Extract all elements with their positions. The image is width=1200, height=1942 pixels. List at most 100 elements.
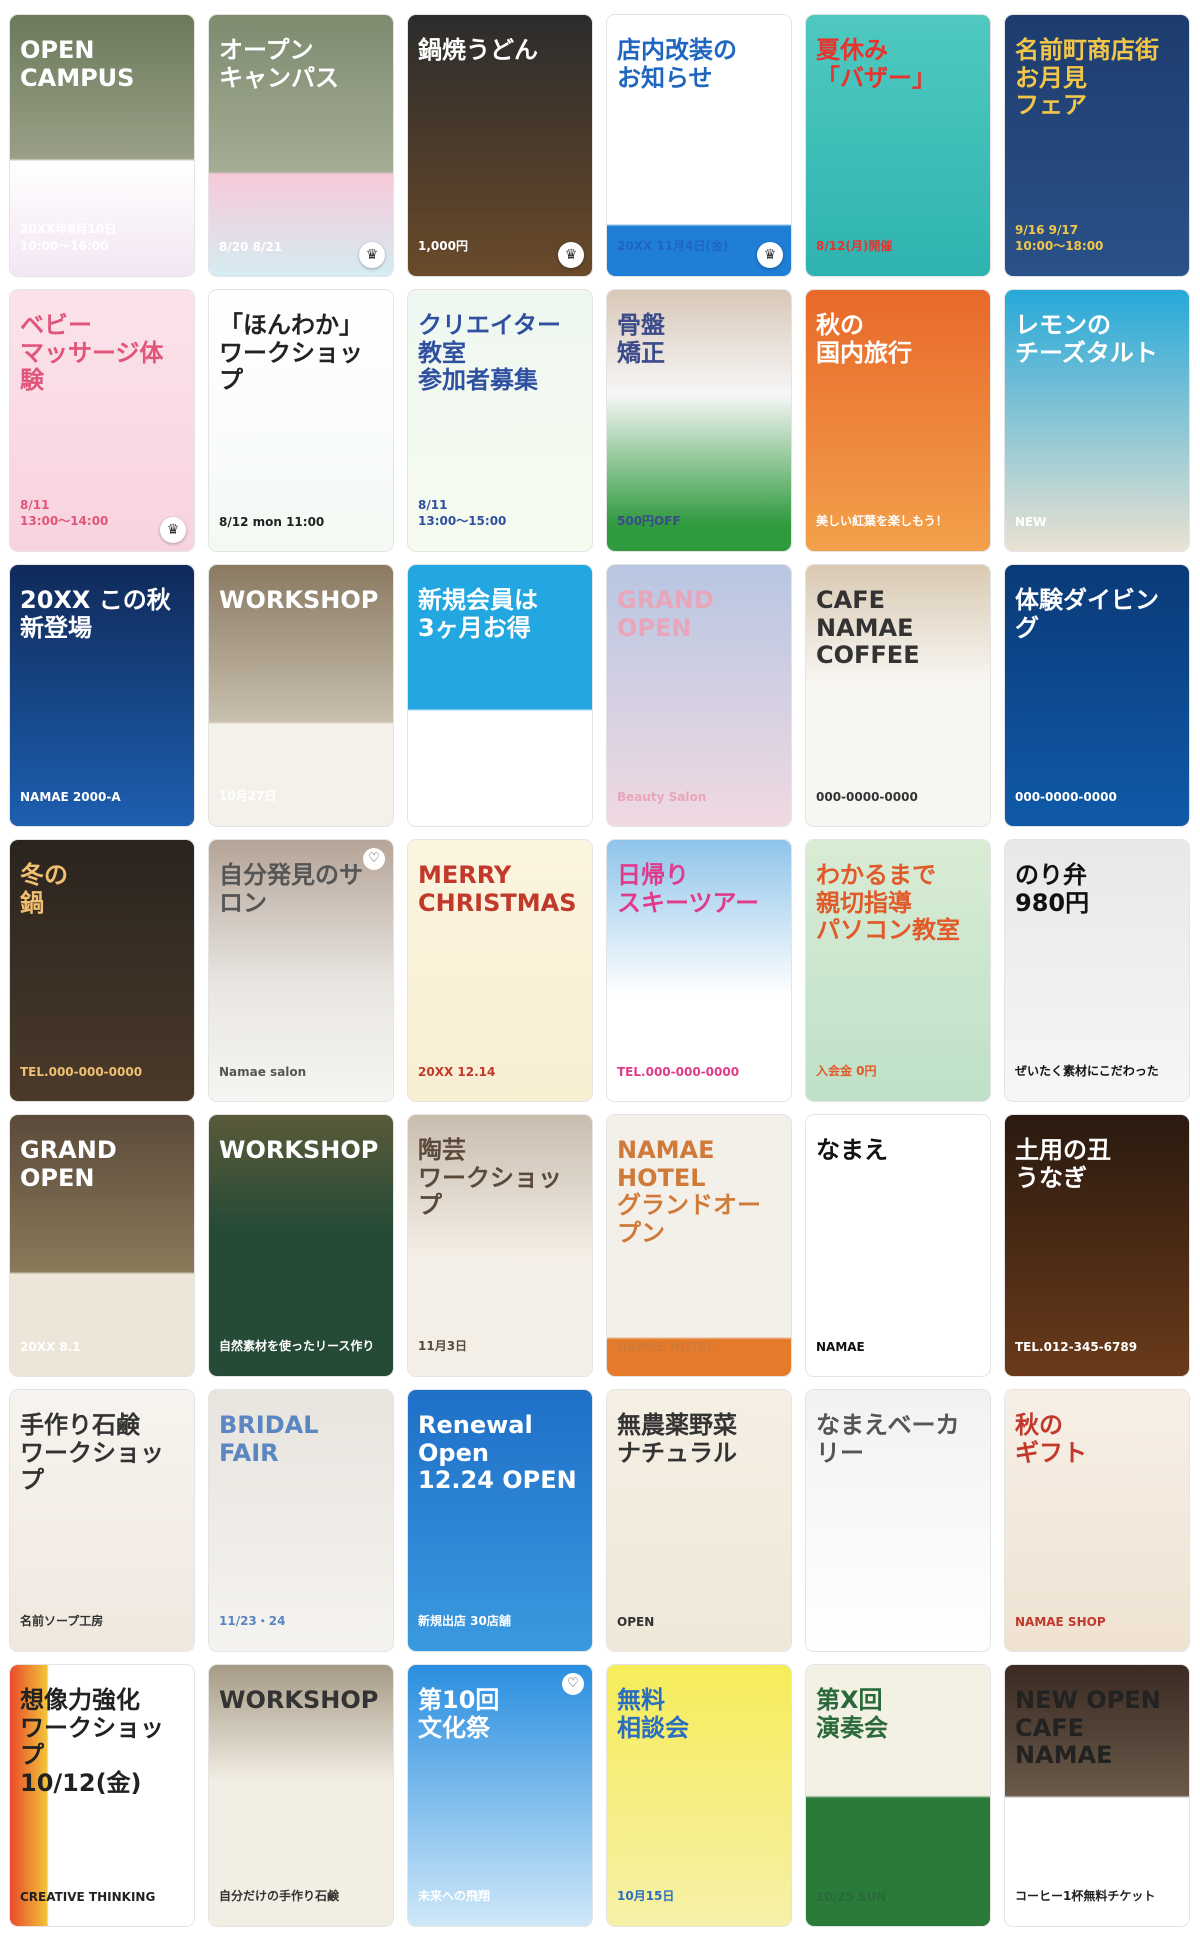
template-subtitle: ぜいたく素材にこだわった [1015,1064,1159,1078]
template-subtitle: 自然素材を使ったリース作り [219,1339,375,1353]
template-card[interactable]: ベビー マッサージ体験 8/11 13:00〜14:00 ♛ [10,290,194,551]
template-card[interactable]: 秋の 国内旅行美しい紅葉を楽しもう！ [806,290,990,551]
template-card[interactable]: なまえ NAMAE [806,1115,990,1376]
template-title: 第X回 演奏会 [816,1686,888,1742]
template-title: 秋の 国内旅行 [816,311,912,367]
template-subtitle: NAMAE 2000-A [20,790,121,804]
template-card[interactable]: 想像力強化 ワークショップ 10/12(金) CREATIVE THINKING [10,1665,194,1926]
template-card[interactable]: 店内改装の お知らせ 20XX 11月4日(金) ♛ [607,15,791,276]
template-title: WORKSHOP [219,1686,379,1714]
template-subtitle: 名前ソープ工房 [20,1614,104,1628]
template-subtitle: 000-0000-0000 [816,790,918,804]
template-card[interactable]: 第10回 文化祭未来への飛翔 ♡ [408,1665,592,1926]
template-title: WORKSHOP [219,1136,379,1164]
template-title: 第10回 文化祭 [418,1686,500,1742]
heart-icon[interactable]: ♡ [363,848,385,870]
template-title: オープン キャンパス [219,36,339,92]
template-subtitle: Beauty Salon [617,790,707,804]
template-subtitle: 10月15日 [617,1889,675,1903]
template-title: BRIDAL FAIR [219,1411,319,1467]
template-title: のり弁 980円 [1015,861,1090,917]
template-subtitle: 10月27日 [219,789,277,803]
template-card[interactable]: GRAND OPEN Beauty Salon [607,565,791,826]
template-subtitle: 入会金 0円 [816,1064,877,1078]
template-card[interactable]: 第X回 演奏会 10/25 SUN [806,1665,990,1926]
template-subtitle: 000-0000-0000 [1015,790,1117,804]
template-card[interactable]: クリエイター教室 参加者募集 8/11 13:00〜15:00 [408,290,592,551]
template-title: クリエイター教室 参加者募集 [418,311,562,395]
template-title: Renewal Open 12.24 OPEN [418,1411,577,1495]
template-card[interactable]: 無農薬野菜 ナチュラル OPEN [607,1390,791,1651]
template-subtitle: 8/11 13:00〜15:00 [418,498,507,528]
template-subtitle: NAMAE [816,1340,865,1354]
template-card[interactable]: 新規会員は 3ヶ月お得 ¥2,980 [408,565,592,826]
template-subtitle: ¥2,980 [418,790,465,804]
template-subtitle: NAMAE HOTEL [617,1340,715,1354]
template-card[interactable]: CAFE NAMAE COFFEE 000-0000-0000 [806,565,990,826]
template-card[interactable]: のり弁 980円ぜいたく素材にこだわった [1005,840,1189,1101]
template-card[interactable]: 陶芸 ワークショップ 11月3日 [408,1115,592,1376]
template-grid: OPEN CAMPUS 20XX年8月10日 10:00〜16:00 オープン キャ… [10,15,1189,1926]
template-card[interactable]: 鍋焼うどん 1,000円 ♛ [408,15,592,276]
template-card[interactable]: NAMAE HOTEL グランドオープン NAMAE HOTEL [607,1115,791,1376]
template-title: MERRY CHRISTMAS [418,861,577,917]
template-card[interactable]: NEW OPEN CAFE NAMAE コーヒー1杯無料チケット [1005,1665,1189,1926]
template-title: 20XX この秋 新登場 [20,586,171,642]
template-subtitle: CREATIVE THINKING [20,1890,156,1904]
template-title: 想像力強化 ワークショップ 10/12(金) [20,1686,164,1797]
template-subtitle: 美しい紅葉を楽しもう！ [816,514,948,528]
template-card[interactable]: 骨盤 矯正 500円OFF [607,290,791,551]
template-title: 骨盤 矯正 [617,311,665,367]
template-card[interactable]: GRAND OPEN 20XX 8.1 [10,1115,194,1376]
template-card[interactable]: 冬の 鍋 TEL.000-000-0000 [10,840,194,1101]
template-card[interactable]: WORKSHOP 自然素材を使ったリース作り [209,1115,393,1376]
template-card[interactable]: BRIDAL FAIR 11/23・24 [209,1390,393,1651]
template-subtitle: 自分だけの手作り石鹸 [219,1889,340,1903]
template-title: GRAND OPEN [20,1136,117,1192]
template-subtitle: 8/12(月)開催 [816,239,893,253]
template-subtitle: 新規出店 30店舗 [418,1614,511,1628]
template-title: 体験ダイビング [1015,586,1159,642]
template-subtitle: 未来への飛翔 [418,1889,491,1903]
template-card[interactable]: なまえベーカリー [806,1390,990,1651]
template-subtitle: 9/16 9/17 10:00〜18:00 [1015,223,1104,253]
template-subtitle: 8/11 13:00〜14:00 [20,498,109,528]
template-card[interactable]: 手作り石鹸 ワークショップ 名前ソープ工房 [10,1390,194,1651]
template-title: NAMAE HOTEL グランドオープン [617,1136,761,1247]
template-title: NEW OPEN CAFE NAMAE [1015,1686,1161,1770]
template-title: 日帰り スキーツアー [617,861,760,917]
template-card[interactable]: 20XX この秋 新登場 NAMAE 2000-A [10,565,194,826]
template-title: 自分発見のサロン [219,861,363,917]
template-subtitle: NEW [1015,515,1047,529]
template-card[interactable]: 秋の ギフト NAMAE SHOP [1005,1390,1189,1651]
template-card[interactable]: 夏休み 「バザー」 8/12(月)開催 [806,15,990,276]
crown-icon: ♛ [558,242,584,268]
template-title: 秋の ギフト [1015,1411,1087,1467]
template-card[interactable]: WORKSHOP 10月27日 [209,565,393,826]
template-subtitle: TEL.000-000-0000 [20,1065,143,1079]
template-card[interactable]: 体験ダイビング 000-0000-0000 [1005,565,1189,826]
template-card[interactable]: Renewal Open 12.24 OPEN 新規出店 30店舗 [408,1390,592,1651]
template-card[interactable]: OPEN CAMPUS 20XX年8月10日 10:00〜16:00 [10,15,194,276]
template-card[interactable]: 無料 相談会 10月15日 [607,1665,791,1926]
template-card[interactable]: レモンの チーズタルト NEW [1005,290,1189,551]
template-title: 冬の 鍋 [20,861,68,917]
heart-icon[interactable]: ♡ [562,1673,584,1695]
template-card[interactable]: 土用の丑 うなぎ TEL.012-345-6789 [1005,1115,1189,1376]
template-subtitle: コーヒー1杯無料チケット [1015,1889,1156,1903]
crown-icon: ♛ [359,242,385,268]
template-card[interactable]: オープン キャンパス 8/20 8/21 ♛ [209,15,393,276]
template-subtitle: Namae salon [219,1065,307,1079]
template-card[interactable]: MERRY CHRISTMAS 20XX 12.14 [408,840,592,1101]
template-card[interactable]: わかるまで 親切指導 パソコン教室 入会金 0円 [806,840,990,1101]
template-card[interactable]: 「ほんわか」 ワークショップ 8/12 mon 11:00 [209,290,393,551]
template-subtitle: 11/23・24 [219,1614,286,1628]
template-card[interactable]: 自分発見のサロン Namae salon ♡ [209,840,393,1101]
template-subtitle: TEL.000-000-0000 [617,1065,740,1079]
template-title: 無農薬野菜 ナチュラル [617,1411,737,1467]
template-card[interactable]: WORKSHOP 自分だけの手作り石鹸 [209,1665,393,1926]
template-title: WORKSHOP [219,586,379,614]
template-card[interactable]: 日帰り スキーツアー TEL.000-000-0000 [607,840,791,1101]
template-card[interactable]: 名前町商店街 お月見 フェア 9/16 9/17 10:00〜18:00 [1005,15,1189,276]
template-title: OPEN CAMPUS [20,36,135,92]
